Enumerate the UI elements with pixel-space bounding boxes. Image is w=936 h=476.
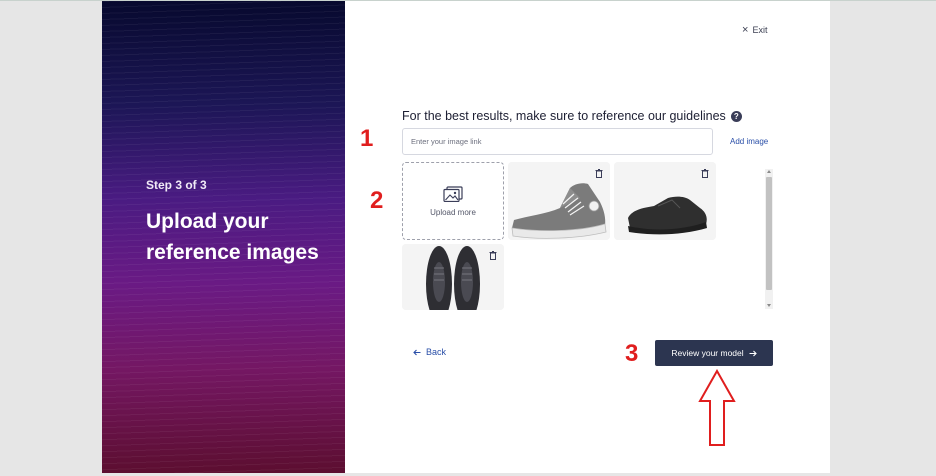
exit-button[interactable]: × Exit xyxy=(742,24,768,36)
review-model-button[interactable]: Review your model xyxy=(655,340,773,366)
right-gutter xyxy=(830,1,936,473)
trash-icon[interactable] xyxy=(593,168,604,179)
step-side-panel: Step 3 of 3 Upload your reference images xyxy=(102,1,345,473)
upload-more-tile[interactable]: Upload more xyxy=(402,162,504,240)
page-title: Upload your reference images xyxy=(146,210,319,264)
add-image-link[interactable]: Add image xyxy=(730,137,768,146)
help-icon[interactable]: ? xyxy=(730,110,742,122)
scrollbar-thumb[interactable] xyxy=(766,177,772,290)
upload-more-label: Upload more xyxy=(430,207,476,217)
close-icon: × xyxy=(742,24,749,36)
scroll-up-icon[interactable] xyxy=(767,170,771,173)
back-label: Back xyxy=(426,347,447,357)
gallery-image-grey-high-top-sneaker xyxy=(508,162,610,240)
image-gallery: Upload more xyxy=(402,162,774,310)
upload-form-panel: × Exit For the best results, make sure t… xyxy=(345,1,830,473)
trash-icon[interactable] xyxy=(699,168,710,179)
gallery-image-black-sneakers-top-view xyxy=(402,244,504,310)
trash-icon[interactable] xyxy=(487,250,498,261)
review-model-label: Review your model xyxy=(671,348,744,358)
annotation-up-arrow-icon xyxy=(698,369,736,446)
arrow-right-icon xyxy=(749,350,757,356)
gallery-scrollbar[interactable] xyxy=(765,169,773,309)
scroll-down-icon[interactable] xyxy=(767,304,771,307)
annotation-number-2: 2 xyxy=(370,187,384,214)
exit-label: Exit xyxy=(752,25,768,35)
image-upload-icon xyxy=(443,185,463,202)
image-link-input[interactable] xyxy=(402,128,713,155)
guidelines-heading: For the best results, make sure to refer… xyxy=(402,109,742,123)
annotation-number-1: 1 xyxy=(360,125,374,152)
annotation-number-3: 3 xyxy=(625,340,639,367)
step-indicator: Step 3 of 3 xyxy=(146,178,207,192)
back-button[interactable]: Back xyxy=(413,347,446,357)
guidelines-text: For the best results, make sure to refer… xyxy=(402,109,726,123)
arrow-left-icon xyxy=(413,349,421,355)
gallery-image-black-leather-sneaker xyxy=(614,162,716,240)
